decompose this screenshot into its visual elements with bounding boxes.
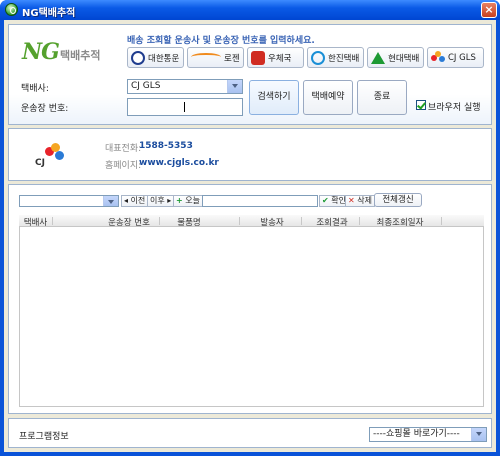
reserve-button[interactable]: 택배예약 [303,80,353,115]
carrier-button-hanjin[interactable]: 한진택배 [307,47,364,68]
column-divider[interactable] [301,217,302,225]
history-filter-input[interactable] [202,195,318,207]
title-bar[interactable]: NG택배추적 × [0,0,500,20]
chevron-left-icon: ◂ [124,196,129,205]
window-title: NG택배추적 [22,8,76,19]
chevron-down-icon[interactable] [227,80,242,93]
app-window: NG택배추적 × NG 택배추적 배송 조회할 운송사 및 운송장 번호를 입력… [0,0,500,456]
footer-panel: 프로그램정보 ----쇼핑몰 바로가기---- [8,418,492,448]
cj-petal-icon [431,50,445,65]
carrier-select-value: CJ GLS [131,81,161,91]
tracking-field-label: 운송장 번호: [21,104,69,114]
tracking-number-input[interactable] [127,98,243,116]
search-button[interactable]: 검색하기 [249,80,299,115]
homepage-label: 홈페이지: [105,161,142,171]
shortcut-select-value: ----쇼핑몰 바로가기---- [373,429,460,439]
prev-button[interactable]: ◂ 이전 [121,195,149,207]
hanjin-circle-icon [311,50,325,65]
refresh-all-button[interactable]: 전체갱신 [374,193,422,207]
carrier-label: CJ GLS [448,52,476,63]
history-panel: ◂ 이전 이후 ▸ + 오늘 ✔ 확인 ✕ 삭제 전체갱신 택배사 운송장 번호… [8,184,492,414]
phone-label: 대표전화: [105,144,142,154]
carrier-label: 현대택배 [388,53,420,64]
app-icon [5,3,18,16]
column-divider[interactable] [441,217,442,225]
column-divider[interactable] [159,217,160,225]
ng-logo: NG 택배추적 [22,39,100,65]
chevron-right-icon: ▸ [167,196,172,205]
program-info-link[interactable]: 프로그램정보 [19,429,69,442]
today-label: 오늘 [185,196,200,205]
homepage-link[interactable]: www.cjgls.co.kr [139,158,219,168]
carrier-button-logen[interactable]: 로젠 [187,47,244,68]
check-icon: ✔ [322,196,329,205]
hyundai-triangle-icon [371,51,385,64]
history-table-body[interactable] [19,227,484,407]
today-button[interactable]: + 오늘 [173,195,203,207]
phone-value: 1588-5353 [139,141,193,151]
delete-label: 삭제 [357,196,372,205]
close-button[interactable]: × [481,2,497,18]
delete-button[interactable]: ✕ 삭제 [345,195,375,207]
plus-icon: + [176,196,183,205]
browser-checkbox[interactable] [416,100,426,110]
carrier-button-cj[interactable]: CJ GLS [427,47,484,68]
confirm-label: 확인 [331,196,346,205]
chevron-down-icon[interactable] [103,196,118,206]
shortcut-select[interactable]: ----쇼핑몰 바로가기---- [369,427,487,442]
cj-logo: CJ [31,143,65,171]
carrier-label: 로젠 [224,53,240,64]
carrier-label: 대한통운 [148,53,180,64]
carrier-label: 우체국 [268,53,292,64]
column-divider[interactable] [239,217,240,225]
carrier-button-post[interactable]: 우체국 [247,47,304,68]
text-caret [184,102,185,112]
carrier-select[interactable]: CJ GLS [127,79,243,94]
korea-post-icon [251,50,265,65]
carrier-field-label: 택배사: [21,84,49,94]
logen-swoosh-icon [191,52,221,63]
column-divider[interactable] [359,217,360,225]
close-icon: ✕ [348,196,355,205]
company-info-panel: CJ 대표전화: 1588-5353 홈페이지: www.cjgls.co.kr [8,128,492,181]
prev-label: 이전 [130,196,146,205]
carrier-label: 한진택배 [328,53,360,64]
history-table-header: 택배사 운송장 번호 물품명 발송자 조회결과 최종조회일자 [19,215,484,228]
cj-logo-text: CJ [35,158,45,168]
next-button[interactable]: 이후 ▸ [147,195,175,207]
search-panel: NG 택배추적 배송 조회할 운송사 및 운송장 번호를 입력하세요. 대한통운… [8,24,492,125]
logo-subtitle: 택배추적 [60,49,101,62]
column-divider[interactable] [52,217,53,225]
next-label: 이후 [150,196,165,205]
carrier-button-korex[interactable]: 대한통운 [127,47,184,68]
history-date-select[interactable] [19,195,119,207]
guide-text: 배송 조회할 운송사 및 운송장 번호를 입력하세요. [127,36,315,46]
logo-mark: NG [22,39,60,65]
client-area: NG 택배추적 배송 조회할 운송사 및 운송장 번호를 입력하세요. 대한통운… [4,20,496,452]
browser-checkbox-label: 브라우저 실행 [428,103,481,113]
carrier-button-hyundai[interactable]: 현대택배 [367,47,424,68]
chevron-down-icon[interactable] [471,428,486,441]
exit-button[interactable]: 종료 [357,80,407,115]
korex-circle-icon [131,50,145,65]
